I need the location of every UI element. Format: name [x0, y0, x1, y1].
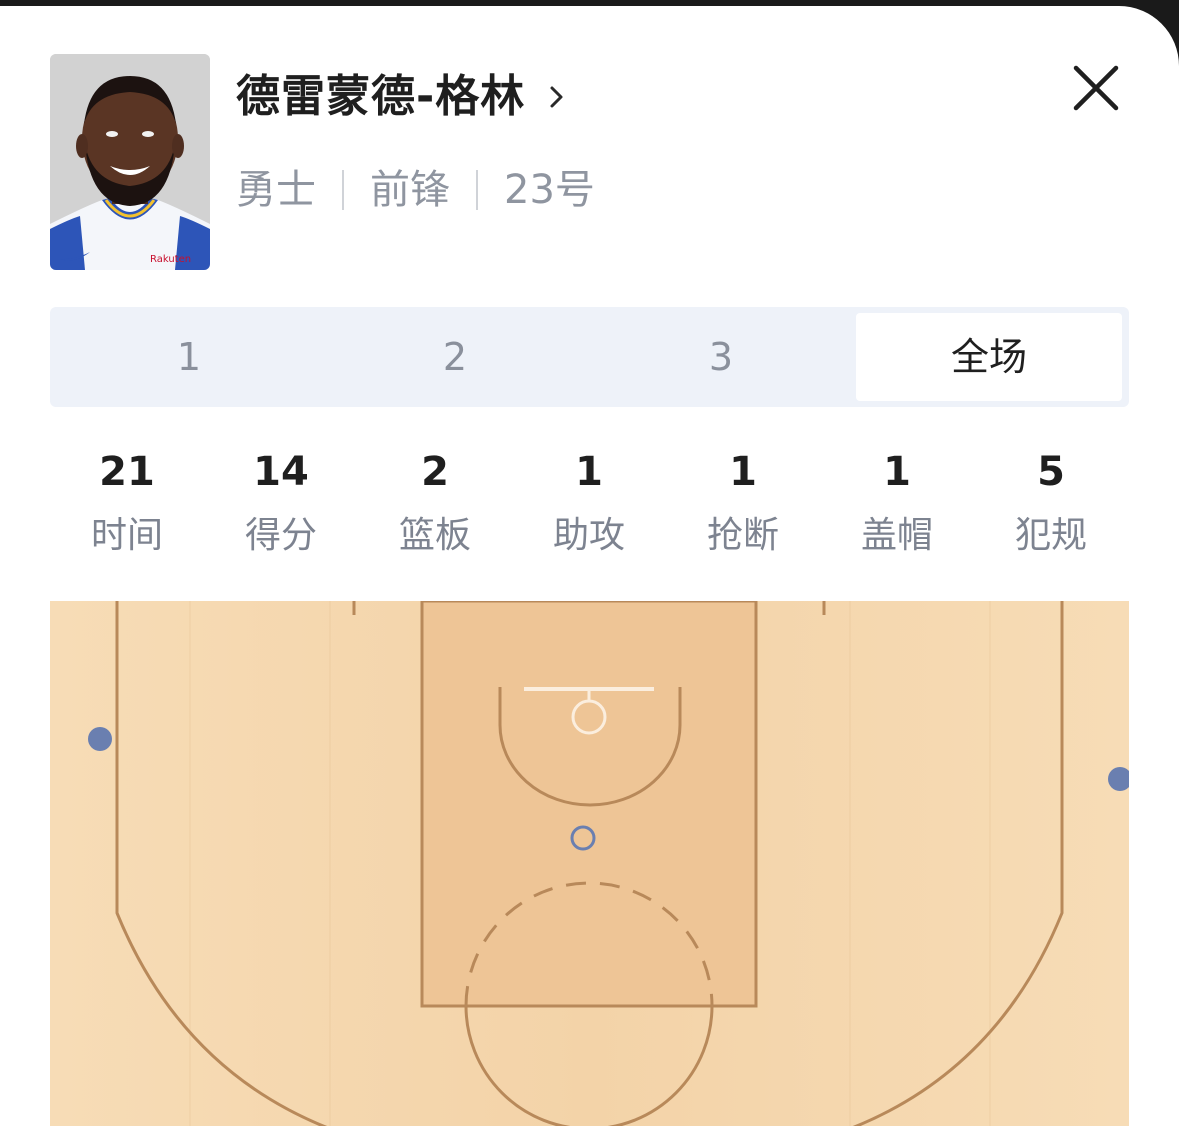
stat-blocks: 1 盖帽	[820, 440, 974, 568]
tab-full-game[interactable]: 全场	[856, 313, 1122, 401]
stat-value: 21	[99, 449, 155, 495]
stat-value: 14	[253, 449, 309, 495]
stat-label: 助攻	[552, 515, 625, 556]
period-tabs: 1 2 3 全场	[50, 307, 1129, 407]
stat-fouls: 5 犯规	[974, 440, 1128, 568]
player-name: 德雷蒙德-格林	[236, 71, 526, 122]
tab-period-3[interactable]: 3	[588, 313, 854, 401]
player-position: 前锋	[370, 167, 450, 213]
stat-value: 1	[729, 449, 757, 495]
player-avatar: Rakuten	[50, 54, 210, 270]
stat-rebounds: 2 篮板	[358, 440, 512, 568]
meta-divider	[342, 170, 344, 210]
stat-label: 篮板	[398, 515, 471, 556]
jersey-sponsor-logo: Rakuten	[150, 254, 191, 265]
meta-divider	[476, 170, 478, 210]
tab-period-1[interactable]: 1	[56, 313, 322, 401]
stat-steals: 1 抢断	[666, 440, 820, 568]
stat-value: 1	[883, 449, 911, 495]
player-detail-sheet: Rakuten 德雷蒙德-格林 勇士 前锋 23号 1 2 3 全场 21 时间…	[0, 6, 1179, 1126]
stat-minutes: 21 时间	[50, 440, 204, 568]
stat-value: 5	[1037, 449, 1065, 495]
stat-label: 犯规	[1014, 515, 1087, 556]
stat-label: 得分	[244, 515, 317, 556]
stat-label: 时间	[90, 515, 163, 556]
shot-chart-court	[50, 601, 1129, 1126]
stat-label: 抢断	[706, 515, 779, 556]
chevron-right-icon	[550, 86, 563, 108]
player-photo: Rakuten	[50, 54, 210, 270]
player-meta: 勇士 前锋 23号	[236, 160, 595, 220]
stat-value: 1	[575, 449, 603, 495]
stat-assists: 1 助攻	[512, 440, 666, 568]
player-team: 勇士	[236, 167, 316, 213]
tab-period-2[interactable]: 2	[322, 313, 588, 401]
stat-value: 2	[421, 449, 449, 495]
player-name-link[interactable]: 德雷蒙德-格林	[236, 64, 567, 130]
stat-points: 14 得分	[204, 440, 358, 568]
close-icon[interactable]	[1068, 60, 1124, 116]
player-number: 23号	[504, 167, 595, 213]
shot-made-marker	[88, 727, 112, 751]
stat-label: 盖帽	[860, 515, 933, 556]
stats-summary: 21 时间 14 得分 2 篮板 1 助攻 1 抢断 1 盖帽 5 犯规	[50, 440, 1129, 570]
